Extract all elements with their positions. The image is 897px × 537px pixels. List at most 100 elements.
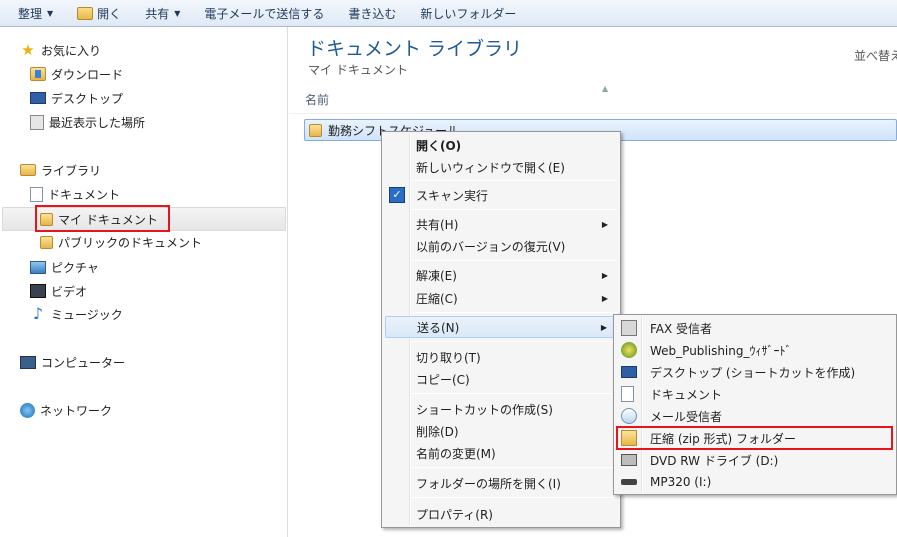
menu-item-label: 解凍(E) (416, 268, 457, 283)
menu-separator (412, 341, 617, 342)
menu-item-restore-versions[interactable]: 以前のバージョンの復元(V) (385, 235, 617, 257)
downloads-folder-icon (30, 67, 46, 81)
nav-recent[interactable]: 最近表示した場所 (30, 111, 145, 133)
menu-item-compress[interactable]: 圧縮(C) ▶ (385, 287, 617, 309)
nav-videos[interactable]: ビデオ (30, 280, 87, 302)
nav-documents[interactable]: ドキュメント (30, 183, 120, 205)
command-toolbar: 整理 ▼ 開く 共有 ▼ 電子メールで送信する 書き込む 新しいフォルダー (0, 0, 897, 27)
nav-public-documents[interactable]: パブリックのドキュメント (40, 231, 202, 253)
new-folder-button[interactable]: 新しいフォルダー (406, 2, 526, 24)
nav-desktop-label: デスクトップ (51, 91, 124, 106)
computer-icon (20, 355, 36, 369)
nav-favorites[interactable]: ★ お気に入り (20, 39, 101, 61)
email-button[interactable]: 電子メールで送信する (190, 2, 334, 24)
nav-documents-label: ドキュメント (48, 187, 121, 202)
library-title: ドキュメント ライブラリ (307, 38, 523, 60)
menu-item-open[interactable]: 開く(O) (385, 134, 617, 156)
menu-separator (412, 312, 617, 313)
send-to-desktop[interactable]: デスクトップ (ショートカットを作成) (617, 361, 893, 383)
menu-item-create-shortcut[interactable]: ショートカットの作成(S) (385, 398, 617, 420)
nav-computer[interactable]: コンピューター (20, 351, 125, 373)
fax-icon (621, 320, 637, 336)
send-to-fax[interactable]: FAX 受信者 (617, 317, 893, 339)
nav-music-label: ミュージック (51, 307, 123, 322)
menu-item-label: 開く(O) (416, 138, 462, 153)
send-to-documents[interactable]: ドキュメント (617, 383, 893, 405)
burn-label: 書き込む (348, 6, 397, 21)
submenu-arrow-icon: ▶ (601, 293, 608, 303)
menu-item-rename[interactable]: 名前の変更(M) (385, 442, 617, 464)
nav-music[interactable]: ♪ ミュージック (30, 303, 123, 325)
menu-item-send-to[interactable]: 送る(N) ▶ (385, 316, 617, 338)
arrange-by-button[interactable]: 並べ替え (854, 47, 897, 64)
organize-button[interactable]: 整理 ▼ (4, 2, 63, 24)
submenu-arrow-icon: ▶ (601, 219, 608, 229)
folder-icon (40, 235, 53, 249)
nav-public-documents-label: パブリックのドキュメント (58, 235, 203, 250)
nav-network-label: ネットワーク (40, 403, 113, 418)
context-menu: 開く(O) 新しいウィンドウで開く(E) ✓ スキャン実行 共有(H) ▶ 以前… (381, 131, 621, 528)
navigation-pane: ★ お気に入り ダウンロード デスクトップ 最近表示した場所 ライブラリ ドキュ… (0, 27, 288, 537)
menu-item-open-location[interactable]: フォルダーの場所を開く(I) (385, 472, 617, 494)
send-to-dvd[interactable]: DVD RW ドライブ (D:) (617, 449, 893, 471)
share-button[interactable]: 共有 ▼ (131, 2, 190, 24)
send-to-label: FAX 受信者 (650, 321, 713, 336)
open-label: 開く (97, 6, 122, 21)
menu-item-label: 名前の変更(M) (416, 446, 496, 461)
send-to-label: MP320 (I:) (650, 475, 712, 489)
menu-item-open-new-window[interactable]: 新しいウィンドウで開く(E) (385, 156, 617, 178)
menu-separator (412, 467, 617, 468)
menu-separator (412, 209, 617, 210)
menu-separator (412, 393, 617, 394)
nav-videos-label: ビデオ (51, 284, 88, 299)
menu-separator (412, 497, 617, 498)
nav-pictures-label: ピクチャ (51, 260, 99, 275)
menu-item-extract[interactable]: 解凍(E) ▶ (385, 264, 617, 286)
music-note-icon: ♪ (32, 304, 44, 323)
menu-item-cut[interactable]: 切り取り(T) (385, 346, 617, 368)
send-to-submenu: FAX 受信者 Web_Publishing_ｳｨｻﾞｰﾄﾞ デスクトップ (シ… (613, 314, 897, 495)
menu-item-label: 共有(H) (416, 217, 459, 232)
documents-icon (621, 386, 634, 402)
nav-network[interactable]: ネットワーク (20, 399, 112, 421)
menu-item-share[interactable]: 共有(H) ▶ (385, 213, 617, 235)
menu-item-delete[interactable]: 削除(D) (385, 420, 617, 442)
organize-label: 整理 (18, 6, 43, 21)
nav-pictures[interactable]: ピクチャ (30, 256, 99, 278)
nav-libraries-label: ライブラリ (41, 163, 102, 178)
dvd-drive-icon (621, 454, 637, 466)
send-to-mail[interactable]: メール受信者 (617, 405, 893, 427)
menu-item-properties[interactable]: プロパティ(R) (385, 503, 617, 525)
menu-item-scan[interactable]: ✓ スキャン実行 (385, 184, 617, 206)
send-to-label: Web_Publishing_ｳｨｻﾞｰﾄﾞ (650, 343, 792, 358)
open-button[interactable]: 開く (63, 2, 131, 24)
pictures-icon (30, 260, 46, 274)
menu-separator (412, 260, 617, 261)
nav-desktop[interactable]: デスクトップ (30, 87, 123, 109)
submenu-arrow-icon: ▶ (601, 270, 608, 280)
nav-computer-label: コンピューター (41, 355, 126, 370)
folder-open-icon (77, 6, 94, 20)
menu-item-label: ショートカットの作成(S) (416, 402, 553, 417)
divider (289, 113, 897, 114)
nav-downloads[interactable]: ダウンロード (30, 63, 123, 85)
send-to-label: DVD RW ドライブ (D:) (650, 453, 779, 468)
desktop-icon (621, 366, 637, 378)
burn-button[interactable]: 書き込む (334, 2, 406, 24)
send-to-web-publishing[interactable]: Web_Publishing_ｳｨｻﾞｰﾄﾞ (617, 339, 893, 361)
send-to-label: ドキュメント (650, 387, 723, 402)
nav-libraries[interactable]: ライブラリ (20, 159, 101, 181)
video-icon (30, 284, 46, 298)
nav-recent-label: 最近表示した場所 (49, 115, 146, 130)
network-icon (20, 402, 35, 418)
menu-item-copy[interactable]: コピー(C) (385, 368, 617, 390)
column-header-name[interactable]: 名前 (305, 91, 329, 108)
antivirus-scan-icon: ✓ (389, 187, 405, 203)
menu-item-label: 切り取り(T) (416, 350, 481, 365)
nav-downloads-label: ダウンロード (51, 67, 124, 82)
send-to-label: デスクトップ (ショートカットを作成) (650, 365, 856, 380)
highlight-box (35, 205, 170, 232)
star-icon: ★ (21, 41, 35, 59)
menu-item-label: 圧縮(C) (416, 291, 458, 306)
send-to-mp320[interactable]: MP320 (I:) (617, 471, 893, 493)
